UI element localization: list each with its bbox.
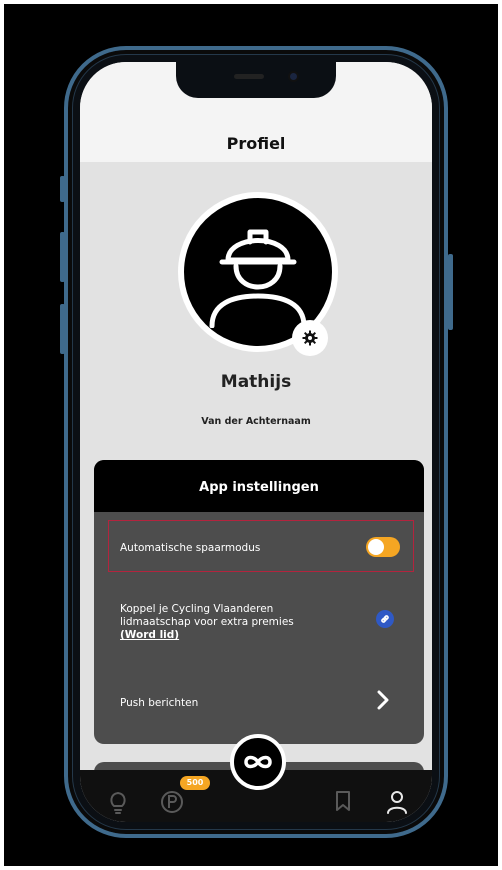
link-membership-button[interactable] [376, 610, 394, 628]
volume-down-button [60, 304, 65, 354]
camera [288, 71, 299, 82]
auto-save-mode-label: Automatische spaarmodus [120, 542, 261, 554]
user-icon[interactable] [386, 790, 408, 814]
bookmark-icon[interactable] [334, 790, 352, 812]
user-last-name: Van der Achternaam [201, 416, 311, 427]
membership-row[interactable]: Koppel je Cycling Vlaanderen lidmaatscha… [120, 603, 340, 642]
page-title: Profiel [226, 134, 286, 153]
speaker [234, 74, 264, 79]
notch [176, 62, 336, 98]
settings-header: App instellingen [94, 460, 424, 512]
phone-screen: Profiel Mathijs Van der Achternaam App i… [80, 62, 432, 822]
chevron-right-icon[interactable] [376, 690, 390, 710]
gear-icon [302, 330, 318, 346]
points-badge: 500 [180, 776, 210, 790]
user-first-name: Mathijs [220, 372, 292, 392]
become-member-link[interactable]: (Word lid) [120, 629, 179, 641]
avatar-settings-button[interactable] [292, 320, 328, 356]
power-button [448, 254, 453, 330]
toggle-knob [368, 539, 384, 555]
push-notifications-label[interactable]: Push berichten [120, 697, 198, 709]
home-loop-button[interactable] [230, 734, 286, 790]
mute-switch [60, 176, 65, 202]
link-icon [381, 615, 389, 623]
volume-up-button [60, 232, 65, 282]
loop-icon [244, 755, 272, 769]
auto-save-mode-toggle[interactable] [366, 537, 400, 557]
points-icon[interactable] [160, 790, 184, 814]
lightbulb-icon[interactable] [108, 790, 128, 814]
app-settings-card: App instellingen Automatische spaarmodus… [94, 460, 424, 744]
worker-helmet-icon [209, 229, 307, 328]
membership-label: Koppel je Cycling Vlaanderen lidmaatscha… [120, 603, 294, 628]
